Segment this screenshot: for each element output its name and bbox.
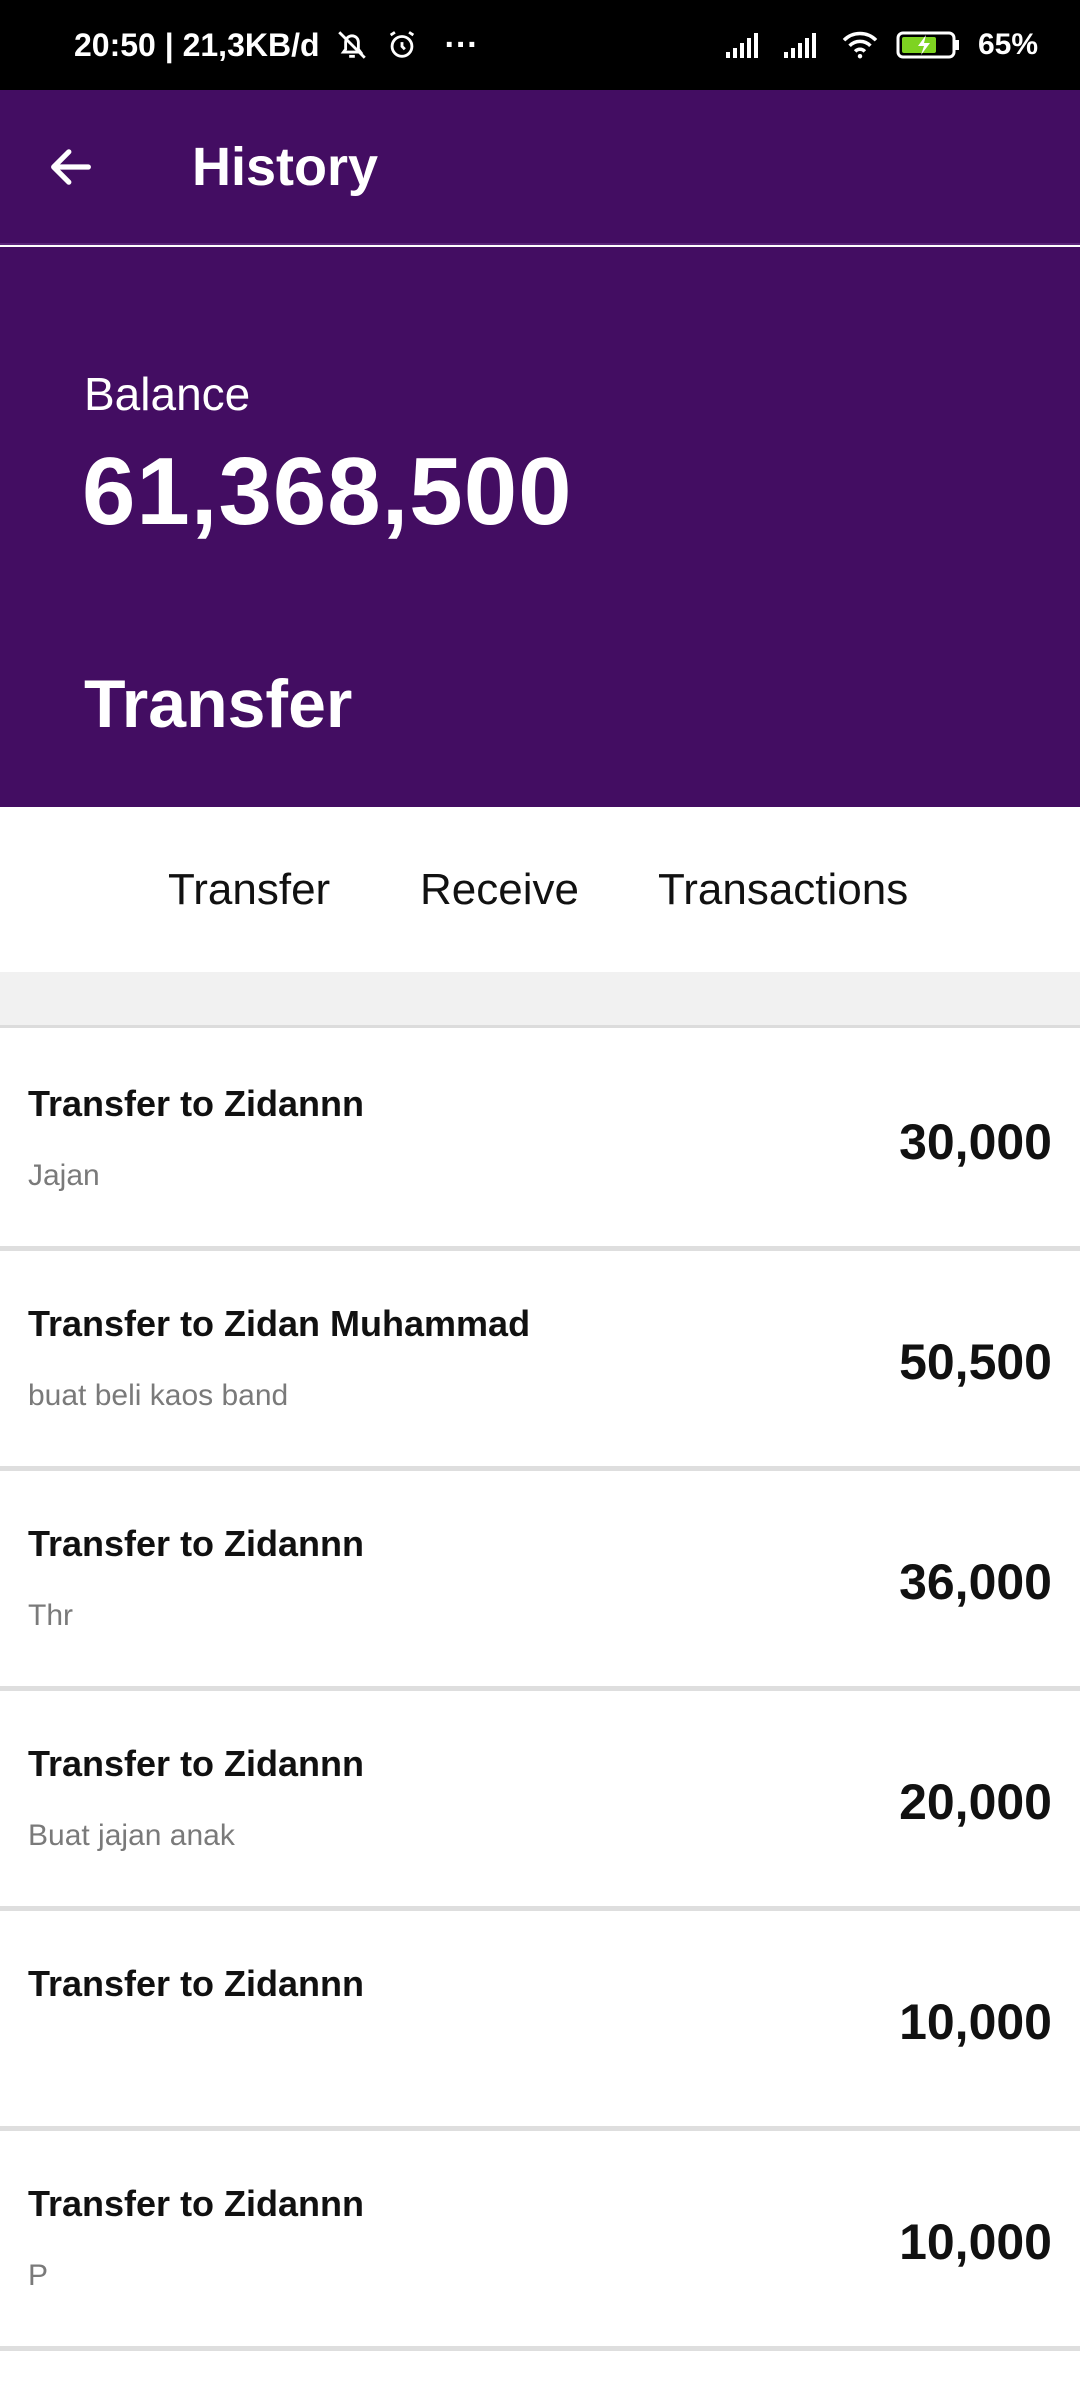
list-item[interactable]: Transfer to Zidannn Buat jajan anak 20,0… xyxy=(0,1691,1080,1911)
wifi-icon xyxy=(840,29,880,61)
bell-off-icon xyxy=(334,27,370,63)
transaction-title: Transfer to Zidannn xyxy=(28,1963,365,2004)
list-spacer xyxy=(0,972,1080,1028)
section-title: Transfer xyxy=(84,666,353,742)
transaction-amount: 20,000 xyxy=(899,1774,1052,1830)
transaction-amount: 50,500 xyxy=(899,1334,1052,1390)
list-item[interactable]: Transfer to Zidan Muhammad buat beli kao… xyxy=(0,1251,1080,1471)
transaction-note: P xyxy=(28,2259,49,2292)
transaction-title: Transfer to Zidannn xyxy=(28,1083,365,1124)
arrow-left-icon xyxy=(51,148,91,185)
transaction-title: Transfer to Zidan Muhammad xyxy=(28,1303,531,1344)
tab-transfer[interactable]: Transfer xyxy=(168,865,330,915)
status-right: 65% xyxy=(724,28,1038,62)
alarm-icon xyxy=(384,27,420,63)
battery-charging-icon xyxy=(896,29,962,61)
list-item[interactable]: Transfer to Zidannn Jajan 30,000 xyxy=(0,1031,1080,1251)
list-item[interactable]: Transfer to Zidannn Thr 36,000 xyxy=(0,1471,1080,1691)
status-time: 20:50 | 21,3KB/d xyxy=(74,26,320,63)
transaction-note: buat beli kaos band xyxy=(28,1379,289,1412)
transaction-list: Transfer to Zidannn Jajan 30,000 Transfe… xyxy=(0,1031,1080,2351)
status-bar: 20:50 | 21,3KB/d ··· 65% xyxy=(0,0,1080,90)
page-title: History xyxy=(192,136,379,197)
transaction-amount: 10,000 xyxy=(899,1994,1052,2050)
status-left: 20:50 | 21,3KB/d ··· xyxy=(74,25,480,64)
signal-icon xyxy=(782,30,824,60)
transaction-note: Buat jajan anak xyxy=(28,1819,235,1852)
app-bar: History xyxy=(0,90,1080,245)
list-item[interactable]: Transfer to Zidannn P 10,000 xyxy=(0,2131,1080,2351)
more-notifications-icon: ··· xyxy=(444,25,479,64)
back-button[interactable] xyxy=(30,126,112,208)
transaction-note: Jajan xyxy=(28,1159,100,1192)
balance-card: Balance 61,368,500 Transfer xyxy=(0,247,1080,807)
transaction-amount: 30,000 xyxy=(899,1114,1052,1170)
signal-icon xyxy=(724,30,766,60)
history-tabs: Transfer Receive Transactions xyxy=(0,807,1080,972)
transaction-title: Transfer to Zidannn xyxy=(28,1743,365,1784)
balance-label: Balance xyxy=(84,368,251,420)
battery-percent: 65% xyxy=(977,28,1038,61)
list-item[interactable]: Transfer to Zidannn 10,000 xyxy=(0,1911,1080,2131)
transaction-amount: 10,000 xyxy=(899,2214,1052,2270)
transaction-amount: 36,000 xyxy=(899,1554,1052,1610)
tab-receive[interactable]: Receive xyxy=(420,865,579,915)
balance-value: 61,368,500 xyxy=(82,438,573,545)
transaction-title: Transfer to Zidannn xyxy=(28,1523,365,1564)
transaction-note: Thr xyxy=(28,1599,73,1632)
transaction-title: Transfer to Zidannn xyxy=(28,2183,365,2224)
tab-transactions[interactable]: Transactions xyxy=(658,865,908,915)
